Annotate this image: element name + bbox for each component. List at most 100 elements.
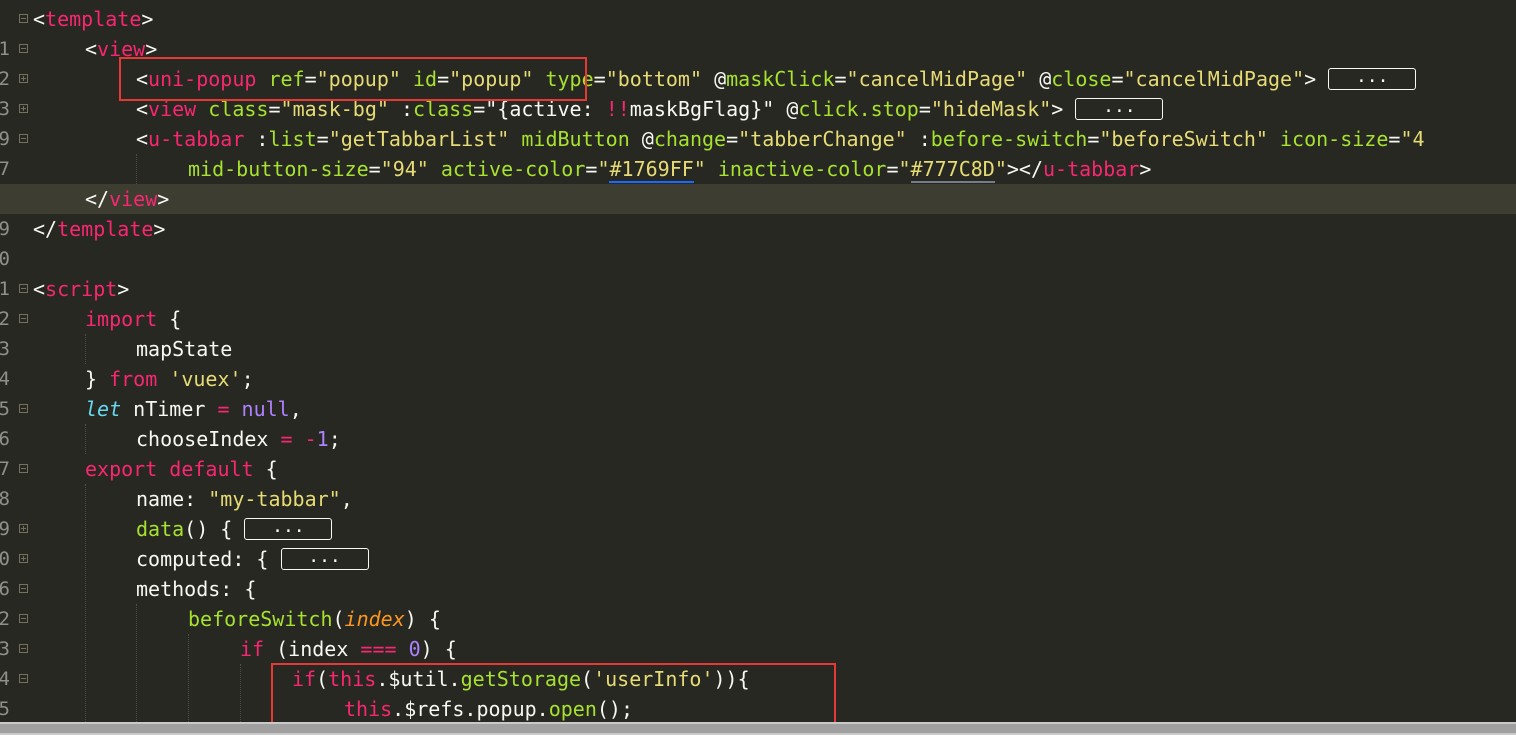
fold-expand-icon[interactable] (19, 104, 28, 113)
indent-guide (136, 604, 137, 722)
highlight-box-popup-open (271, 663, 836, 722)
token: @ (714, 67, 727, 91)
fold-collapse-icon[interactable] (19, 584, 28, 593)
code-line[interactable]: 2 <script> (0, 274, 1516, 330)
code-line[interactable]: 7 chooseIndex = -1; (0, 424, 1516, 480)
token: @ (1039, 67, 1052, 91)
code-line[interactable]: 2 methods: { (0, 574, 1516, 630)
fold-expand-icon[interactable] (19, 74, 28, 83)
indent-guide (85, 424, 86, 454)
code-line[interactable]: 8 export default { (0, 454, 1516, 510)
code-line[interactable]: 0 data() { ... (0, 514, 1516, 570)
token: , (340, 487, 353, 511)
code-line[interactable]: 7 <u-tabbar :list="getTabbarList" midBut… (0, 124, 1516, 180)
token: > (1139, 157, 1152, 181)
token: - (304, 427, 317, 451)
token: </ (33, 217, 58, 241)
token: = (1388, 127, 1401, 151)
token: { (157, 307, 182, 331)
token: template (45, 7, 142, 31)
code-editor[interactable]: 1 <template> 2 <view> 3 <uni-popup ref="… (0, 0, 1516, 722)
token: before-switch (930, 127, 1088, 151)
token: = (368, 157, 381, 181)
fold-collapse-icon[interactable] (19, 674, 28, 683)
token: export (85, 457, 158, 481)
token: < (33, 277, 46, 301)
fold-collapse-icon[interactable] (19, 44, 28, 53)
code-line[interactable]: 1 (0, 244, 1516, 300)
fold-expand-icon[interactable] (19, 554, 28, 563)
code-line[interactable]: 4 mapState (0, 334, 1516, 390)
token: "94" (380, 157, 429, 181)
token: "4 (1400, 127, 1425, 151)
token: </ (85, 187, 110, 211)
code-line[interactable]: 1 <template> (0, 4, 1516, 60)
fold-collapse-icon[interactable] (19, 464, 28, 473)
token: methods: { (136, 577, 257, 601)
token: data (136, 517, 185, 541)
fold-collapse-icon[interactable] (19, 14, 28, 23)
code-line[interactable]: 6 computed: { ... (0, 544, 1516, 600)
token: default (169, 457, 254, 481)
highlight-box-popup-ref (119, 57, 587, 101)
token: : (256, 127, 269, 151)
code-line[interactable]: 3 beforeSwitch(index) { (0, 604, 1516, 660)
token: script (45, 277, 118, 301)
folded-code-placeholder[interactable]: ... (1328, 68, 1417, 90)
token: = (593, 67, 606, 91)
token: = (280, 427, 293, 451)
fold-collapse-icon[interactable] (19, 404, 28, 413)
code-line-current[interactable]: 9 </view> (0, 184, 1516, 240)
fold-collapse-icon[interactable] (19, 644, 28, 653)
token: template (57, 217, 154, 241)
code-line[interactable]: 0 </template> (0, 214, 1516, 270)
token: "beforeSwitch" (1099, 127, 1268, 151)
code-line[interactable]: 8 mid-button-size="94" active-color="#17… (0, 154, 1516, 210)
token: } (85, 367, 110, 391)
fold-collapse-icon[interactable] (19, 134, 28, 143)
indent-guide (85, 334, 86, 364)
token: = (1087, 127, 1100, 151)
folded-code-placeholder[interactable]: ... (244, 518, 333, 540)
token: active-color (440, 157, 586, 181)
token: < (136, 127, 149, 151)
token: ) { (404, 607, 441, 631)
indent-guide (240, 664, 241, 722)
token: ) { (420, 637, 457, 661)
color-swatch-underline: #1769FF (609, 157, 694, 183)
token: = (886, 157, 899, 181)
indent-guide (85, 484, 86, 722)
token: " (994, 157, 1007, 181)
code-line[interactable]: 5 } from 'vuex'; (0, 364, 1516, 420)
token: ( (332, 607, 345, 631)
fold-collapse-icon[interactable] (19, 314, 28, 323)
token: icon-size (1280, 127, 1389, 151)
token: = (1111, 67, 1124, 91)
token: name: (136, 487, 209, 511)
code-line[interactable]: 4 if (index === 0) { (0, 634, 1516, 690)
token: change (653, 127, 727, 151)
scrollbar-thumb[interactable] (0, 724, 1516, 733)
fold-collapse-icon[interactable] (19, 614, 28, 623)
code-line[interactable]: 9 name: "my-tabbar", (0, 484, 1516, 540)
fold-collapse-icon[interactable] (19, 284, 28, 293)
token: ; (241, 367, 254, 391)
code-line[interactable]: 3 import { (0, 304, 1516, 360)
token: "cancelMidPage" (1123, 67, 1305, 91)
folded-code-placeholder[interactable]: ... (1075, 98, 1164, 120)
fold-expand-icon[interactable] (19, 524, 28, 533)
token: > (157, 187, 170, 211)
token: mapState (136, 337, 233, 361)
horizontal-scrollbar[interactable] (0, 722, 1516, 735)
token: @ (641, 127, 654, 151)
token: u-tabbar (1043, 157, 1140, 181)
code-line[interactable]: 6 let nTimer = null, (0, 394, 1516, 450)
token: "my-tabbar" (208, 487, 341, 511)
folded-code-placeholder[interactable]: ... (280, 548, 369, 570)
token: from (109, 367, 158, 391)
indent-guide (188, 634, 189, 722)
